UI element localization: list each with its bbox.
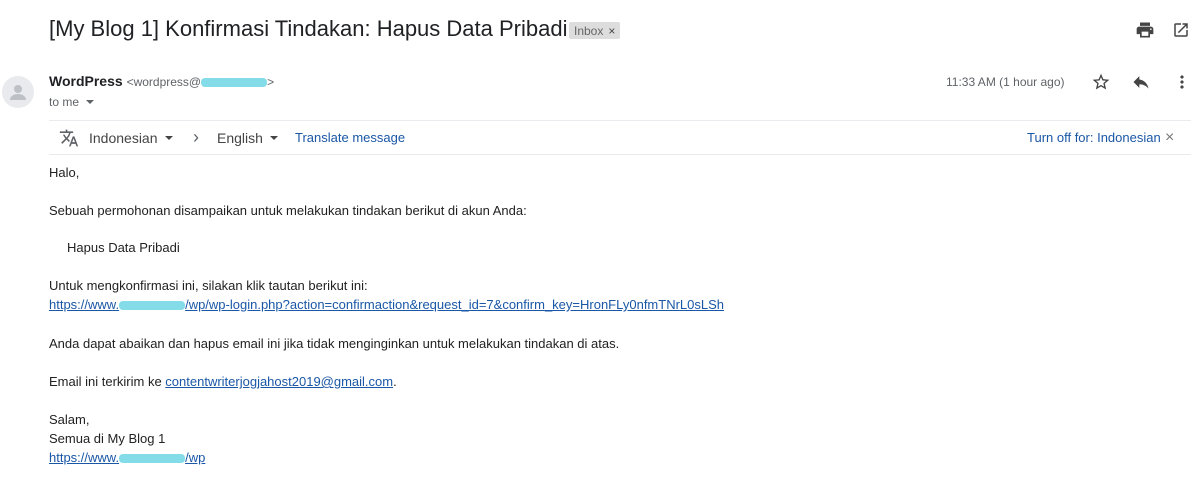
email-subject: [My Blog 1] Konfirmasi Tindakan: Hapus D… (49, 16, 568, 41)
greeting: Halo, (49, 165, 80, 180)
confirmation-link-prefix[interactable]: https://www. (49, 297, 119, 312)
source-language-select[interactable]: Indonesian (89, 121, 173, 154)
recipient-label: to me (49, 95, 80, 109)
more-options-button[interactable] (1170, 70, 1194, 94)
source-language-label: Indonesian (89, 129, 158, 146)
print-button[interactable] (1133, 18, 1157, 42)
chevron-down-icon (86, 100, 95, 104)
translate-message-link[interactable]: Translate message (295, 130, 405, 145)
chevron-down-icon (164, 135, 173, 140)
star-icon (1092, 73, 1110, 90)
translate-message-link-wrap: Translate message (295, 121, 405, 154)
inbox-label-text: Inbox (574, 23, 604, 38)
remove-label-icon[interactable]: × (608, 24, 615, 38)
reply-icon (1133, 76, 1149, 89)
redacted-domain (119, 301, 186, 311)
turn-off-translate-link[interactable]: Turn off for: Indonesian (1027, 130, 1161, 145)
redacted-domain (119, 454, 186, 464)
body-paragraph-1: Sebuah permohonan disampaikan untuk mela… (49, 203, 527, 218)
target-language-select[interactable]: English (217, 121, 278, 154)
reply-button[interactable] (1129, 70, 1153, 94)
default-avatar-icon (10, 85, 26, 100)
body-paragraph-2: Untuk mengkonfirmasi ini, silakan klik t… (49, 278, 368, 293)
body-paragraph-3: Anda dapat abaikan dan hapus email ini j… (49, 336, 620, 351)
open-in-new-window-icon (1174, 23, 1188, 37)
chevron-down-icon (269, 135, 278, 140)
print-icon (1136, 22, 1154, 38)
email-timestamp: 11:33 AM (1 hour ago) (946, 75, 1065, 89)
more-vert-icon (1180, 75, 1184, 89)
close-icon[interactable]: × (1165, 121, 1174, 154)
translate-icon (59, 129, 79, 146)
chevron-right-icon: › (193, 127, 199, 147)
sender-avatar (2, 76, 34, 108)
site-link-suffix[interactable]: /wp (185, 450, 205, 465)
recipient-details-toggle[interactable]: to me (49, 95, 95, 109)
closing: Salam, (49, 412, 90, 427)
sender-email: <wordpress@ > (126, 75, 275, 89)
recipient-email-link[interactable]: contentwriterjogjahost2019@gmail.com (165, 374, 393, 389)
requested-action: Hapus Data Pribadi (67, 240, 180, 255)
sender-info: WordPress <wordpress@ > (49, 73, 274, 89)
inbox-label-chip[interactable]: Inbox × (569, 22, 621, 39)
site-link-prefix[interactable]: https://www. (49, 450, 119, 465)
open-in-new-window-button[interactable] (1169, 18, 1193, 42)
sender-name[interactable]: WordPress (49, 73, 123, 89)
turn-off-translate-link-wrap: Turn off for: Indonesian (1027, 121, 1161, 154)
signature: Semua di My Blog 1 (49, 431, 166, 446)
translate-bar: Indonesian › English Translate message T… (49, 120, 1191, 155)
confirmation-link[interactable]: https://www. /wp/wp-login.php?action=conf… (49, 297, 724, 312)
redacted-domain (201, 78, 268, 88)
body-paragraph-4: Email ini terkirim ke contentwriterjogja… (49, 374, 397, 389)
confirmation-link-suffix[interactable]: /wp/wp-login.php?action=confirmaction&re… (185, 297, 724, 312)
translate-icon-wrap (59, 121, 79, 154)
target-language-label: English (217, 129, 263, 146)
site-link[interactable]: https://www. /wp (49, 450, 205, 465)
star-button[interactable] (1089, 70, 1113, 94)
